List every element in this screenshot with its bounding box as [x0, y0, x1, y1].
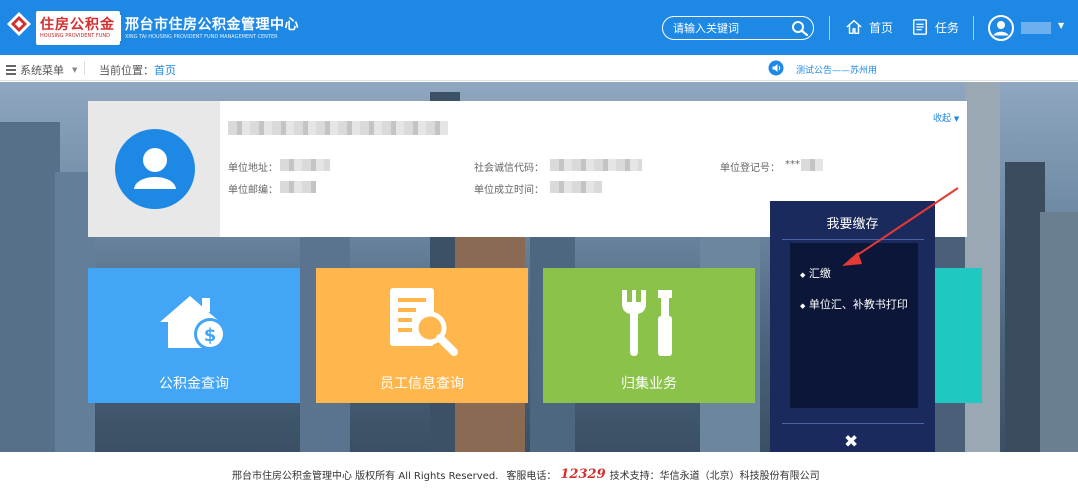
support-text: 技术支持：华信永道（北京）科技股份有限公司 [609, 471, 820, 482]
founded-value-redacted [550, 181, 602, 193]
top-header: 住房公积金 HOUSING PROVIDENT FUND 邢台市住房公积金管理中… [0, 0, 1078, 55]
center-name: 邢台市住房公积金管理中心 [125, 17, 299, 33]
hotline-number: 12329 [560, 467, 606, 482]
nav-task[interactable]: 任务 [911, 18, 959, 36]
postcode-label: 单位邮编： [228, 185, 278, 196]
system-menu-label: 系统菜单 [20, 64, 64, 77]
copyright-text: 邢台市住房公积金管理中心 版权所有 All Rights Reserved. [232, 471, 499, 482]
popup-divider [782, 423, 924, 424]
system-menu-button[interactable]: 系统菜单 ▼ [6, 62, 77, 78]
house-money-icon: $ [160, 296, 226, 350]
nav-home[interactable]: 首页 [845, 18, 893, 36]
sub-bar: 系统菜单 ▼ 当前位置：首页 测试公告——苏州用 [0, 55, 1078, 81]
tile-employee-query[interactable]: 员工信息查询 [316, 268, 528, 403]
tools-icon [622, 290, 672, 356]
logo-diamond-icon [7, 12, 31, 36]
user-caret-icon[interactable]: ▼ [1058, 21, 1064, 30]
nav-home-label: 首页 [869, 20, 894, 35]
bullet-icon: ◆ [800, 302, 806, 310]
chevron-down-icon: ▼ [72, 66, 78, 74]
header-divider [829, 16, 830, 40]
svg-text:$: $ [204, 325, 217, 346]
tile-label: 公积金查询 [159, 376, 229, 392]
tile-label: 归集业务 [621, 376, 677, 392]
tile-label: 员工信息查询 [380, 376, 464, 392]
notice-link[interactable]: 测试公告——苏州用 [796, 63, 877, 76]
collapse-button[interactable]: 收起 ▼ [933, 111, 959, 124]
popup-item-print[interactable]: ◆ 单位汇、补教书打印 [800, 296, 908, 312]
collapse-label: 收起 [933, 114, 952, 124]
unit-name-redacted [228, 121, 448, 135]
postcode-value-redacted [280, 181, 316, 193]
tile-collection-business[interactable]: 归集业务 [543, 268, 755, 403]
registration-label: 单位登记号： [720, 163, 780, 174]
building [0, 122, 60, 452]
footer-text: 邢台市住房公积金管理中心 版权所有 All Rights Reserved. 客… [232, 467, 820, 482]
speaker-icon [768, 60, 784, 76]
popup-item-label: 汇缴 [808, 267, 831, 280]
bullet-icon: ◆ [800, 271, 806, 279]
footer: 邢台市住房公积金管理中心 版权所有 All Rights Reserved. 客… [0, 452, 1078, 492]
tile-fund-query[interactable]: $ 公积金查询 [88, 268, 300, 403]
breadcrumb-prefix: 当前位置： [99, 64, 154, 77]
popup-item-remit[interactable]: ◆ 汇缴 [800, 265, 831, 281]
user-name-redacted[interactable] [1021, 22, 1051, 34]
subbar-divider [84, 61, 85, 75]
header-divider [973, 16, 974, 40]
grid-icon [6, 65, 16, 75]
center-name-en: XING TAI HOUSING PROVIDENT FUND MANAGEME… [125, 34, 278, 40]
breadcrumb-home-link[interactable]: 首页 [154, 64, 176, 77]
credit-code-value-redacted [550, 159, 642, 171]
search-icon[interactable] [791, 20, 809, 36]
registration-value-redacted [801, 159, 823, 171]
user-icon [993, 21, 1009, 36]
logo-divider [119, 15, 121, 41]
task-icon [912, 19, 928, 35]
founded-label: 单位成立时间： [474, 185, 544, 196]
home-icon [846, 19, 862, 35]
building [1005, 162, 1045, 452]
user-avatar[interactable] [988, 15, 1014, 41]
hotline-label: 客服电话： [506, 471, 557, 482]
address-value-redacted [280, 159, 330, 171]
registration-value: *** [785, 159, 800, 170]
document-search-icon [390, 288, 458, 356]
credit-code-label: 社会诚信代码： [474, 163, 544, 174]
logo-text-en: HOUSING PROVIDENT FUND [40, 33, 110, 39]
address-label: 单位地址： [228, 163, 278, 174]
nav-task-label: 任务 [935, 20, 960, 35]
unit-avatar-panel [88, 101, 220, 237]
chevron-down-icon: ▼ [953, 115, 960, 123]
annotation-arrow-icon [842, 187, 959, 266]
unit-avatar [115, 129, 195, 209]
user-icon [134, 148, 176, 189]
building [1040, 212, 1078, 452]
logo[interactable] [6, 11, 32, 37]
popup-item-label: 单位汇、补教书打印 [808, 298, 908, 311]
breadcrumb: 当前位置：首页 [99, 62, 176, 78]
logo-text-cn: 住房公积金 [40, 17, 115, 33]
close-icon[interactable]: ✖ [844, 432, 858, 452]
page: 住房公积金 HOUSING PROVIDENT FUND 邢台市住房公积金管理中… [0, 0, 1078, 492]
